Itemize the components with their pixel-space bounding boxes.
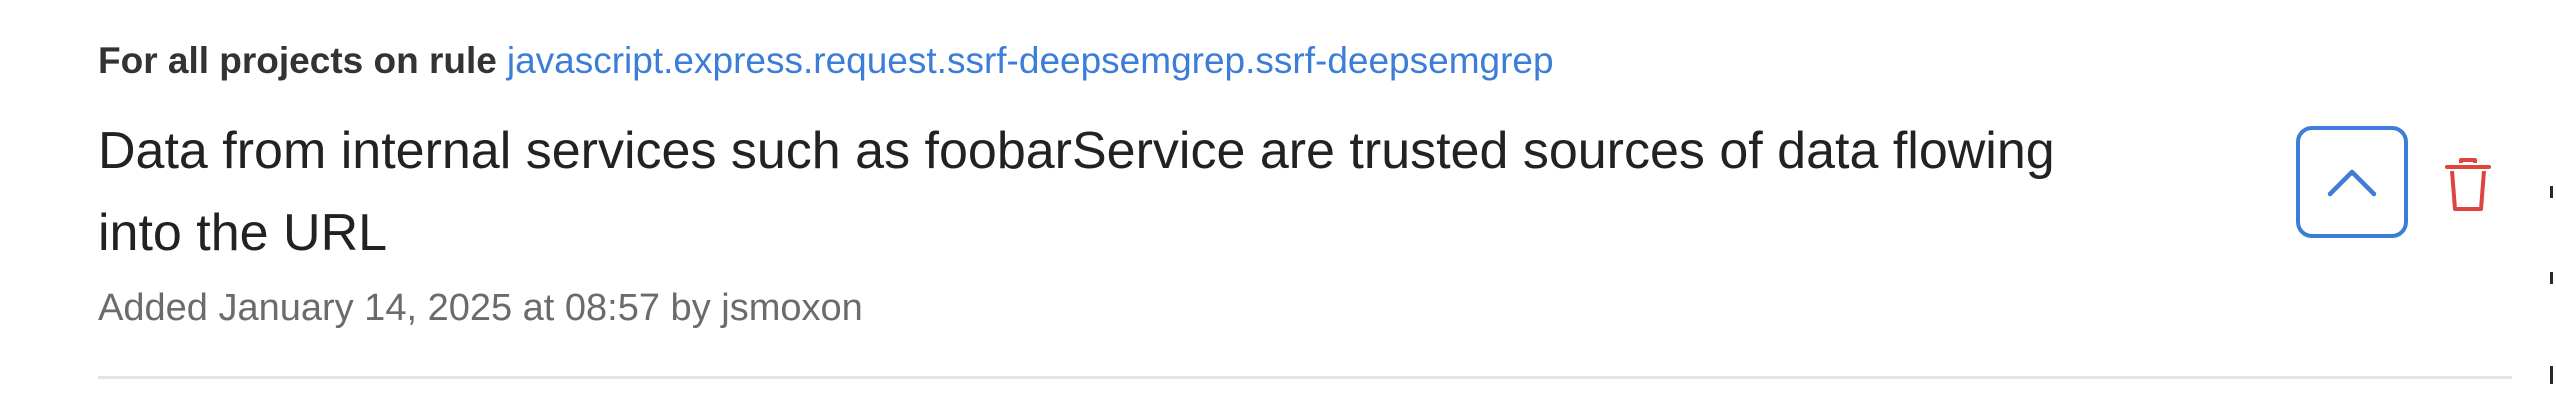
collapse-button[interactable]: [2296, 126, 2408, 238]
scope-label: For all projects on rule: [98, 40, 497, 81]
scroll-edge-mark: [2550, 366, 2553, 384]
memory-item: For all projects on rule javascript.expre…: [0, 0, 2556, 420]
memory-meta: Added January 14, 2025 at 08:57 by jsmox…: [98, 287, 863, 329]
memory-scope: For all projects on rule javascript.expre…: [98, 36, 1554, 86]
rule-link[interactable]: javascript.express.request.ssrf-deepsemg…: [507, 40, 1554, 81]
delete-button[interactable]: [2436, 150, 2500, 220]
trash-icon: [2445, 158, 2491, 211]
divider: [98, 376, 2512, 379]
memory-text: Data from internal services such as foob…: [98, 122, 2055, 262]
scroll-edge-mark: [2550, 272, 2553, 284]
scroll-edge-mark: [2550, 186, 2553, 198]
chevron-up-icon: [2327, 169, 2377, 197]
